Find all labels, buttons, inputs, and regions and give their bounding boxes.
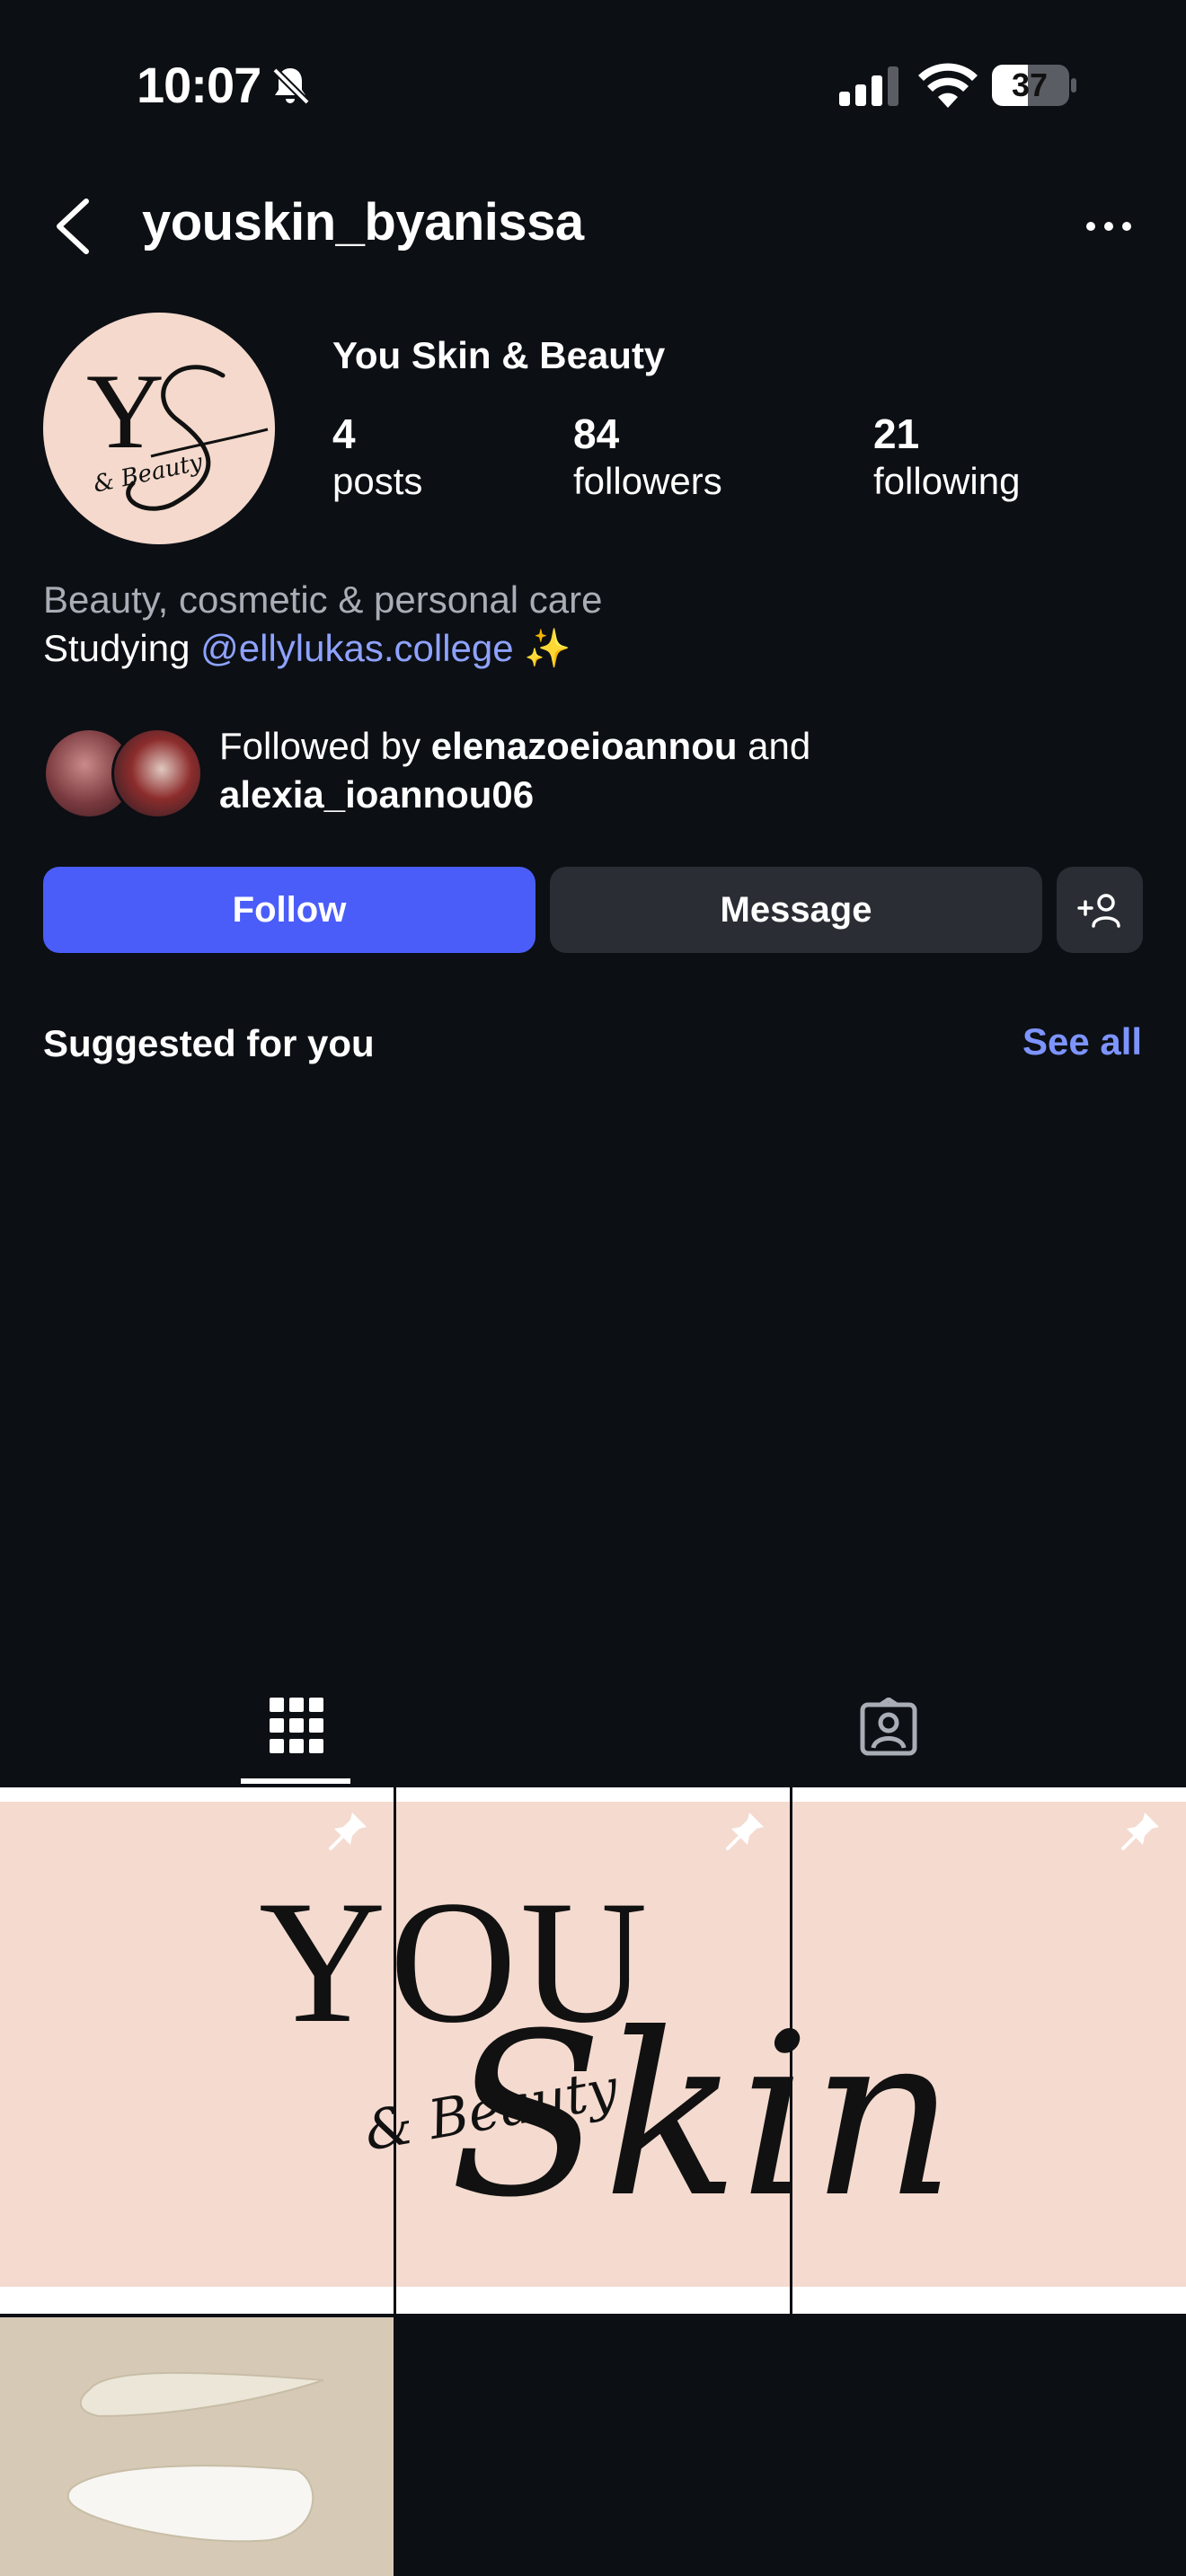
active-tab-indicator — [241, 1778, 350, 1784]
grid-divider — [394, 1787, 396, 2314]
followers-count[interactable]: 84 — [573, 410, 619, 458]
followed-by-user-2: alexia_ioannou06 — [219, 773, 535, 816]
grid-divider — [790, 1787, 792, 2314]
following-label[interactable]: following — [873, 460, 1020, 503]
see-all-link[interactable]: See all — [1022, 1020, 1142, 1063]
status-time: 10:07 — [137, 57, 261, 113]
sparkles-emoji: ✨ — [524, 627, 571, 669]
display-name: You Skin & Beauty — [332, 334, 666, 376]
profile-category: Beauty, cosmetic & personal care — [43, 578, 603, 621]
wifi-icon — [918, 63, 978, 108]
followed-by-prefix: Followed by — [219, 725, 431, 767]
grid-tab-icon[interactable] — [270, 1694, 323, 1757]
followed-by-text[interactable]: Followed by elenazoeioannou and alexia_i… — [219, 722, 1118, 819]
suggest-users-button[interactable] — [1057, 867, 1143, 953]
follow-button[interactable]: Follow — [43, 867, 535, 953]
battery-level: 37 — [1011, 66, 1049, 103]
followers-label[interactable]: followers — [573, 460, 722, 503]
followed-by-and: and — [737, 725, 811, 767]
tagged-tab-icon[interactable] — [859, 1698, 918, 1757]
posts-count[interactable]: 4 — [332, 410, 356, 458]
cream-swatch-image — [66, 2371, 324, 2543]
ys-logo-image: Y & Beauty — [86, 351, 269, 511]
mutual-follower-avatar-2[interactable] — [111, 728, 203, 819]
following-count[interactable]: 21 — [873, 410, 919, 458]
svg-text:Y: Y — [86, 351, 164, 471]
more-options-icon[interactable] — [1084, 207, 1134, 246]
pinned-icon — [726, 1813, 764, 1850]
post-thumbnail-4[interactable] — [0, 2317, 394, 2576]
profile-username: youskin_byanissa — [142, 193, 584, 251]
bell-muted-icon — [272, 67, 310, 105]
bio-mention-link[interactable]: @ellylukas.college — [200, 627, 513, 669]
pinned-icon — [329, 1813, 367, 1850]
back-arrow-icon[interactable] — [50, 196, 97, 257]
followed-by-user-1: elenazoeioannou — [430, 725, 738, 767]
profile-bio: Studying @ellylukas.college ✨ — [43, 627, 571, 671]
cellular-signal-icon — [839, 66, 898, 106]
posts-label[interactable]: posts — [332, 460, 422, 503]
suggested-for-you-title: Suggested for you — [43, 1022, 375, 1064]
profile-avatar[interactable]: Y & Beauty — [43, 313, 275, 544]
you-skin-banner-logo: YOU Skin & Beauty — [259, 1865, 956, 2246]
message-button[interactable]: Message — [550, 867, 1042, 953]
add-user-icon — [1077, 894, 1120, 928]
pinned-icon — [1121, 1813, 1159, 1850]
bio-text: Studying — [43, 627, 201, 669]
